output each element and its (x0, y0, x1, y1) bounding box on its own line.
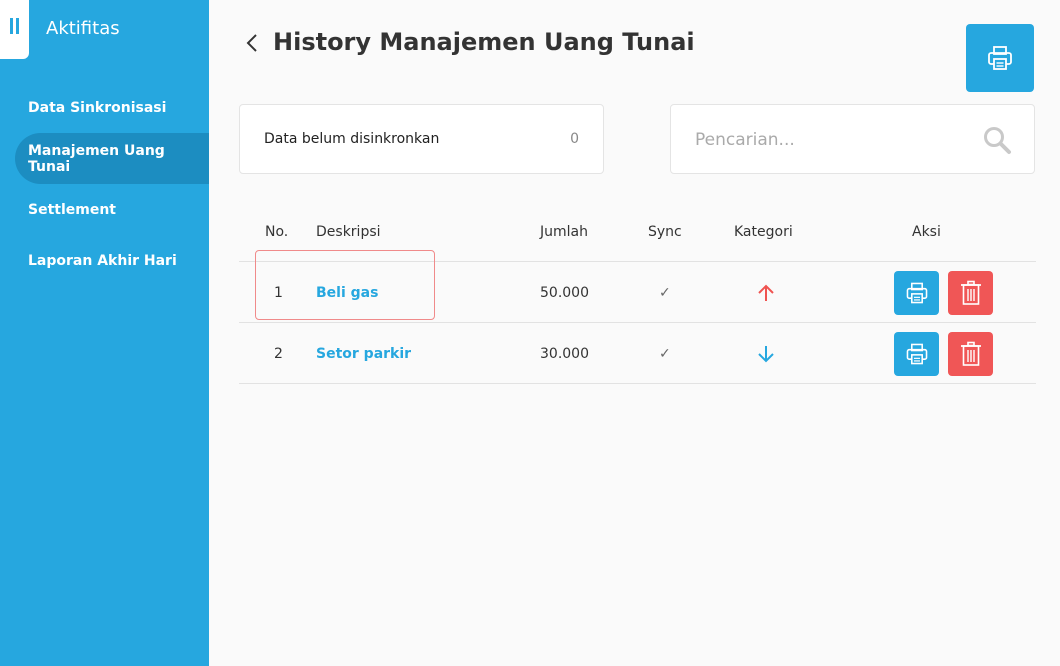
sidebar-item-settlement[interactable]: Settlement (0, 184, 209, 235)
row-sync-status: ✓ (659, 345, 671, 362)
row-category (755, 262, 777, 323)
menu-toggle-button[interactable] (0, 0, 29, 59)
delete-row-button[interactable] (948, 331, 993, 376)
printer-icon (988, 46, 1012, 70)
row-no: 2 (274, 345, 283, 362)
unsync-count: 0 (570, 131, 579, 147)
arrow-down-icon (758, 345, 774, 362)
row-amount: 30.000 (540, 345, 589, 362)
print-row-button[interactable] (894, 331, 939, 376)
row-amount: 50.000 (540, 284, 589, 301)
table-row: 1 Beli gas 50.000 ✓ (239, 250, 1036, 323)
table-header: No. Deskripsi Jumlah Sync Kategori Aksi (239, 204, 1036, 262)
back-button[interactable] (242, 30, 262, 56)
delete-row-button[interactable] (948, 270, 993, 315)
sidebar-item-manajemen-uang-tunai[interactable]: Manajemen Uang Tunai (15, 133, 209, 184)
row-description-link[interactable]: Setor parkir (316, 323, 411, 384)
column-desc: Deskripsi (316, 224, 381, 240)
sidebar-item-data-sinkronisasi[interactable]: Data Sinkronisasi (0, 82, 209, 133)
column-sync: Sync (648, 224, 682, 240)
trash-icon (960, 280, 981, 305)
column-no: No. (265, 224, 289, 240)
arrow-up-icon (758, 284, 774, 301)
row-actions (894, 262, 993, 323)
menu-icon-bar (16, 18, 19, 34)
printer-icon (906, 282, 927, 303)
print-history-button[interactable] (966, 24, 1034, 92)
column-category: Kategori (734, 224, 793, 240)
sidebar: Aktifitas Data Sinkronisasi Manajemen Ua… (0, 0, 209, 666)
column-amount: Jumlah (540, 224, 588, 240)
table-row: 2 Setor parkir 30.000 ✓ (239, 323, 1036, 384)
row-actions (894, 323, 993, 384)
main-content: History Manajemen Uang Tunai Data belum … (209, 0, 1060, 666)
search-input[interactable] (695, 127, 965, 153)
column-actions: Aksi (912, 224, 941, 240)
chevron-left-icon (246, 34, 257, 52)
unsync-card: Data belum disinkronkan 0 (239, 104, 604, 174)
unsync-label: Data belum disinkronkan (264, 131, 440, 147)
row-description-link[interactable]: Beli gas (316, 262, 378, 323)
menu-icon (10, 18, 13, 34)
cash-history-table: No. Deskripsi Jumlah Sync Kategori Aksi … (239, 204, 1036, 384)
search-box (670, 104, 1035, 174)
row-category (755, 323, 777, 384)
trash-icon (960, 341, 981, 366)
search-icon[interactable] (982, 125, 1012, 155)
sidebar-title: Aktifitas (46, 18, 120, 39)
print-row-button[interactable] (894, 270, 939, 315)
printer-icon (906, 343, 927, 364)
sidebar-nav: Data Sinkronisasi Manajemen Uang Tunai S… (0, 82, 209, 286)
sidebar-header: Aktifitas (0, 0, 209, 59)
row-sync-status: ✓ (659, 284, 671, 301)
page-title: History Manajemen Uang Tunai (273, 28, 695, 56)
sidebar-item-laporan-akhir-hari[interactable]: Laporan Akhir Hari (0, 235, 209, 286)
row-no: 1 (274, 284, 283, 301)
